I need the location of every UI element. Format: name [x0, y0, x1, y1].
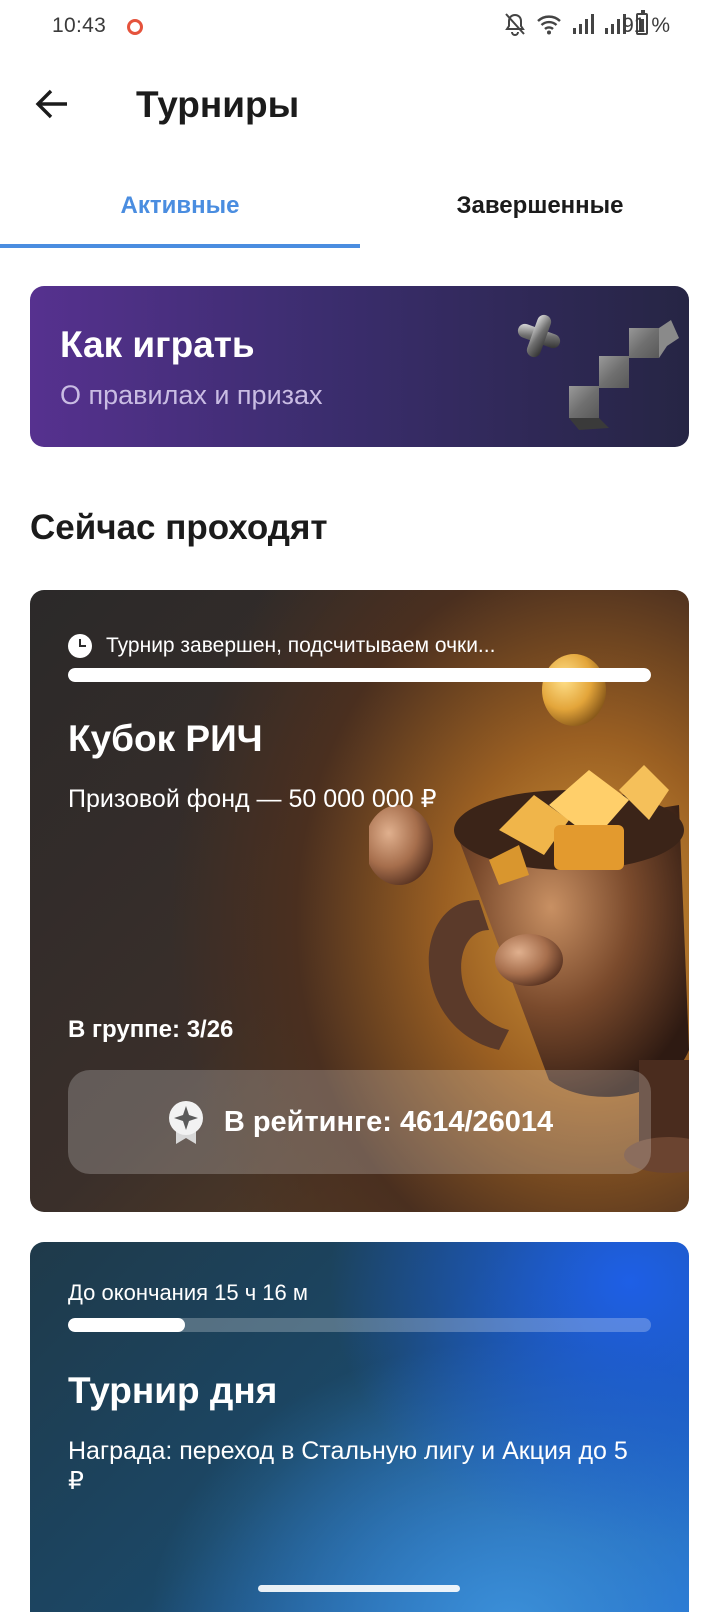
page-title: Турниры — [136, 84, 300, 125]
tournament-progress-bar — [68, 668, 651, 682]
tab-bar: Активные Завершенные — [0, 168, 720, 248]
bell-off-icon — [505, 13, 525, 36]
tournament-status: Турнир завершен, подсчитываем очки... — [68, 634, 495, 658]
tournament-card-daily[interactable]: До окончания 15 ч 16 м Турнир дня Наград… — [30, 1242, 689, 1612]
section-title: Сейчас проходят — [30, 508, 328, 547]
tournament-status-text: Турнир завершен, подсчитываем очки... — [106, 634, 496, 657]
arrow-left-icon — [35, 89, 67, 119]
tournament-progress-fill — [68, 668, 651, 682]
rating-button[interactable]: В рейтинге: 4614/26014 — [68, 1070, 651, 1174]
tournament-title: Кубок РИЧ — [68, 718, 263, 759]
notification-dot-icon — [127, 19, 143, 35]
tab-indicator — [0, 244, 360, 248]
app-header: Турниры — [0, 62, 720, 152]
tournament-prize: Призовой фонд — 50 000 000 ₽ — [68, 785, 437, 813]
tournament-group: В группе: 3/26 — [68, 1016, 234, 1043]
signal-icon — [573, 14, 594, 34]
tournament-title: Турнир дня — [68, 1370, 278, 1411]
status-time: 10:43 — [52, 14, 107, 37]
tournament-reward: Награда: переход в Стальную лигу и Акция… — [68, 1437, 628, 1495]
back-button[interactable] — [30, 82, 74, 126]
status-bar: 10:43 91 % — [0, 0, 720, 56]
tournament-progress-fill — [68, 1318, 185, 1332]
tournament-card-rich-cup[interactable]: Турнир завершен, подсчитываем очки... Ку… — [30, 590, 689, 1212]
medal-icon — [168, 1101, 203, 1144]
how-to-play-subtitle: О правилах и призах — [60, 380, 323, 410]
rating-label: В рейтинге: 4614/26014 — [223, 1105, 554, 1138]
how-to-play-banner[interactable]: Как играть О правилах и призах — [30, 286, 689, 447]
how-to-play-title: Как играть — [60, 324, 255, 365]
tab-active[interactable]: Активные — [0, 168, 360, 244]
tournament-progress-bar — [68, 1318, 651, 1332]
wifi-icon — [537, 15, 561, 35]
tab-finished[interactable]: Завершенные — [360, 168, 720, 244]
tournament-countdown: До окончания 15 ч 16 м — [68, 1280, 309, 1305]
battery-percent: 91 % — [622, 14, 670, 37]
metal-shapes-illustration — [517, 314, 679, 430]
clock-icon — [68, 634, 92, 658]
home-indicator[interactable] — [258, 1585, 460, 1592]
